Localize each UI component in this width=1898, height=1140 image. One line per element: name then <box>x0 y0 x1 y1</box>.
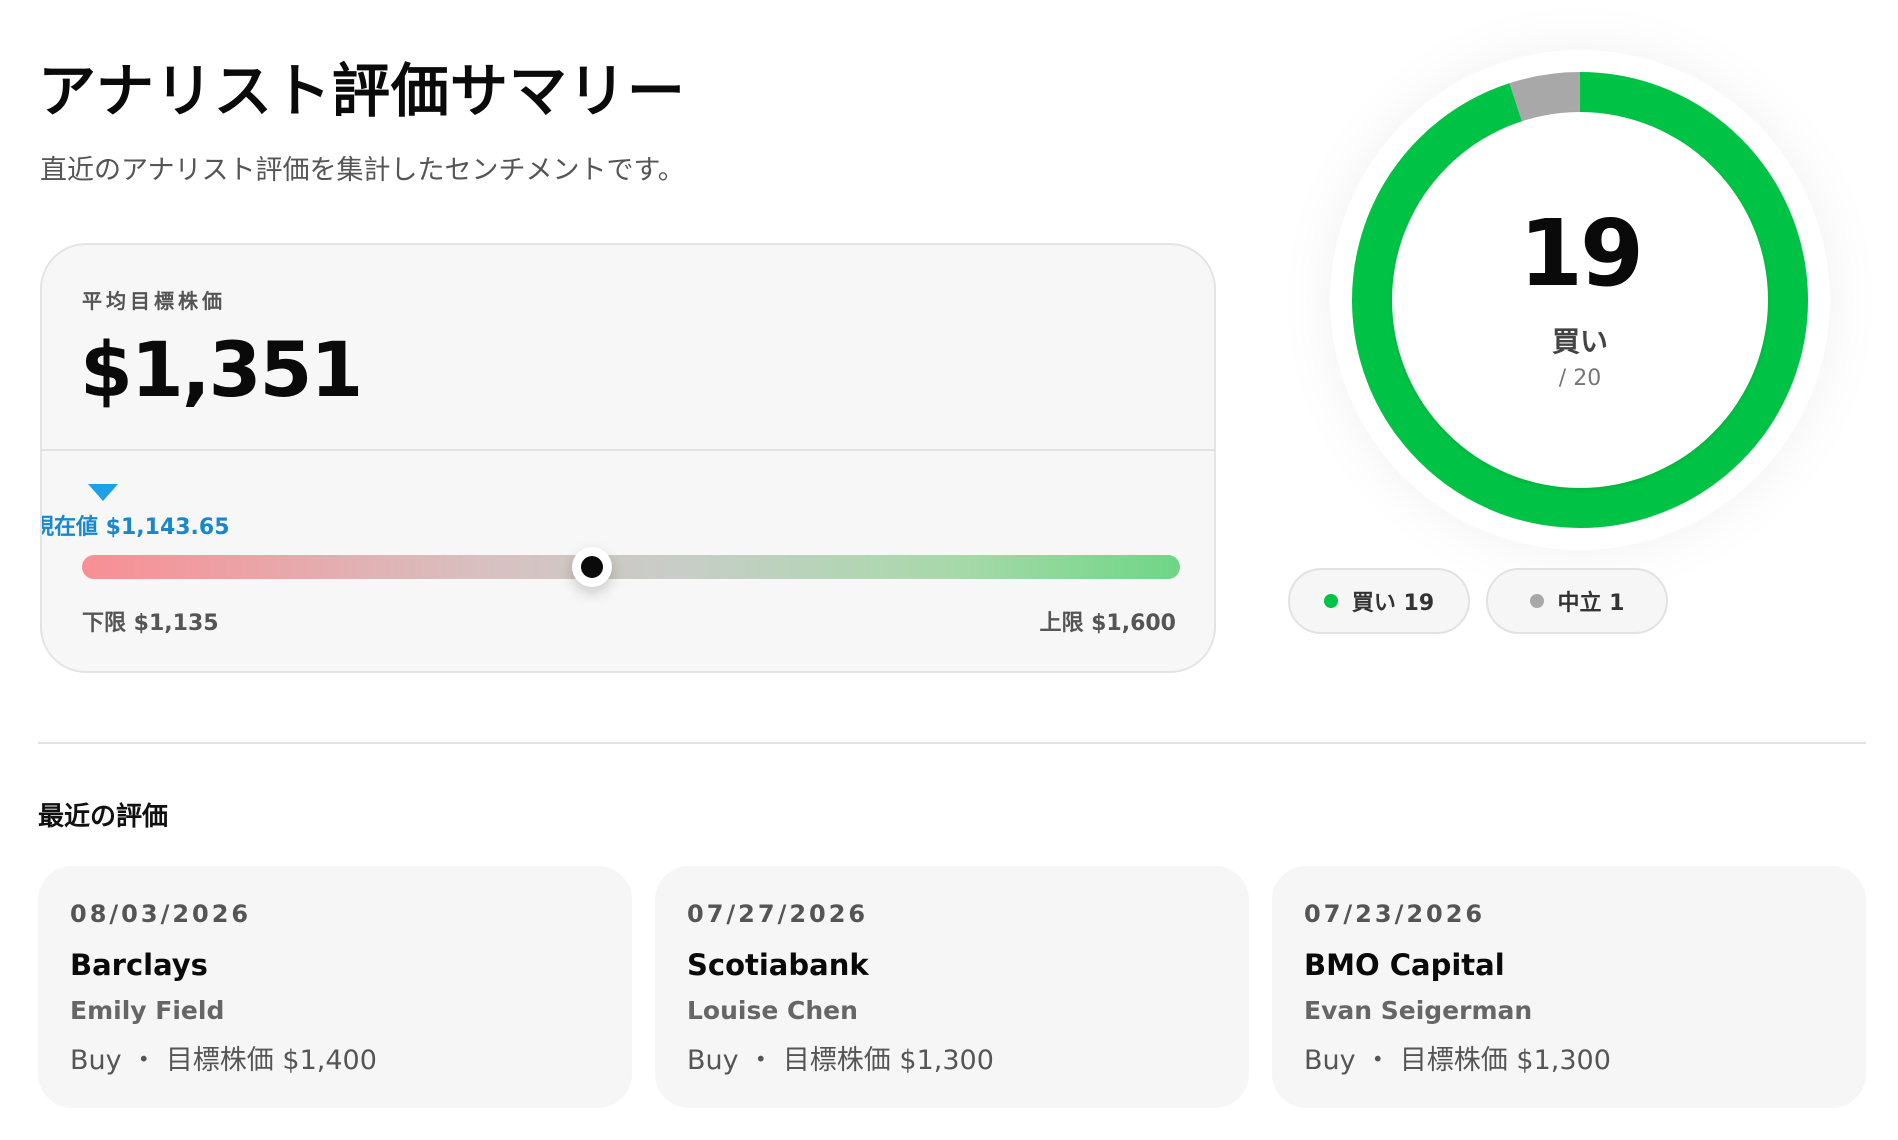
average-target-value: $1,351 <box>80 325 363 414</box>
rating-target: $1,300 <box>1516 1045 1611 1076</box>
card-divider <box>42 449 1214 451</box>
knob-dot <box>581 556 604 578</box>
legend-hold-label: 中立 1 <box>1557 591 1625 616</box>
buy-label: 買い <box>1551 325 1608 358</box>
buy-count: 19 <box>1518 200 1644 307</box>
page-subtitle: 直近のアナリスト評価を集計したセンチメントです。 <box>40 155 685 186</box>
range-high-label: 上限 $1,600 <box>1039 611 1176 636</box>
page-title: アナリスト評価サマリー <box>38 57 686 125</box>
rating-separator: ・ <box>130 1045 158 1076</box>
legend-hold[interactable]: 中立 1 <box>1486 568 1668 634</box>
price-range-track <box>82 555 1180 579</box>
rating-date: 08/03/2026 <box>70 900 252 928</box>
rating-detail: Buy ・ 目標株価 $1,400 <box>70 1038 377 1077</box>
rating-date: 07/23/2026 <box>1304 900 1486 928</box>
buy-dot-icon <box>1323 594 1338 608</box>
rating-card[interactable]: 07/23/2026 BMO Capital Evan Seigerman Bu… <box>1272 866 1866 1108</box>
hold-dot-icon <box>1529 594 1544 608</box>
rating-card[interactable]: 07/27/2026 Scotiabank Louise Chen Buy ・ … <box>655 866 1249 1108</box>
rating-value: Buy <box>687 1045 739 1076</box>
average-target-knob[interactable] <box>572 547 613 587</box>
recent-ratings-title: 最近の評価 <box>38 802 169 832</box>
current-price-marker-icon <box>88 484 118 501</box>
rating-target-label: 目標株価 <box>1399 1045 1508 1076</box>
rating-firm: BMO Capital <box>1304 948 1505 982</box>
average-target-card: 平均目標株価 $1,351 現在値 $1,143.65 下限 $1,135 上限… <box>40 243 1216 673</box>
sentiment-ring: 19 買い / 20 <box>1330 50 1830 550</box>
ring-segment-hold <box>1509 72 1581 126</box>
rating-analyst: Louise Chen <box>687 996 858 1025</box>
rating-target: $1,300 <box>899 1045 994 1076</box>
rating-analyst: Evan Seigerman <box>1304 996 1533 1025</box>
rating-date: 07/27/2026 <box>687 900 869 928</box>
current-price-label: 現在値 $1,143.65 <box>40 515 230 540</box>
section-divider <box>38 742 1866 744</box>
rating-firm: Barclays <box>70 948 208 982</box>
rating-detail: Buy ・ 目標株価 $1,300 <box>1304 1038 1611 1077</box>
average-target-label: 平均目標株価 <box>82 289 226 313</box>
rating-analyst: Emily Field <box>70 996 225 1025</box>
rating-firm: Scotiabank <box>687 948 869 982</box>
legend-buy-label: 買い 19 <box>1351 591 1435 616</box>
rating-target: $1,400 <box>282 1045 377 1076</box>
rating-target-label: 目標株価 <box>165 1045 274 1076</box>
rating-detail: Buy ・ 目標株価 $1,300 <box>687 1038 994 1077</box>
rating-value: Buy <box>1304 1045 1356 1076</box>
rating-card[interactable]: 08/03/2026 Barclays Emily Field Buy ・ 目標… <box>38 866 632 1108</box>
range-low-label: 下限 $1,135 <box>82 611 219 636</box>
legend-buy[interactable]: 買い 19 <box>1288 568 1470 634</box>
rating-target-label: 目標株価 <box>782 1045 891 1076</box>
rating-separator: ・ <box>1364 1045 1392 1076</box>
rating-separator: ・ <box>747 1045 775 1076</box>
rating-value: Buy <box>70 1045 122 1076</box>
total-count: / 20 <box>1558 366 1602 391</box>
